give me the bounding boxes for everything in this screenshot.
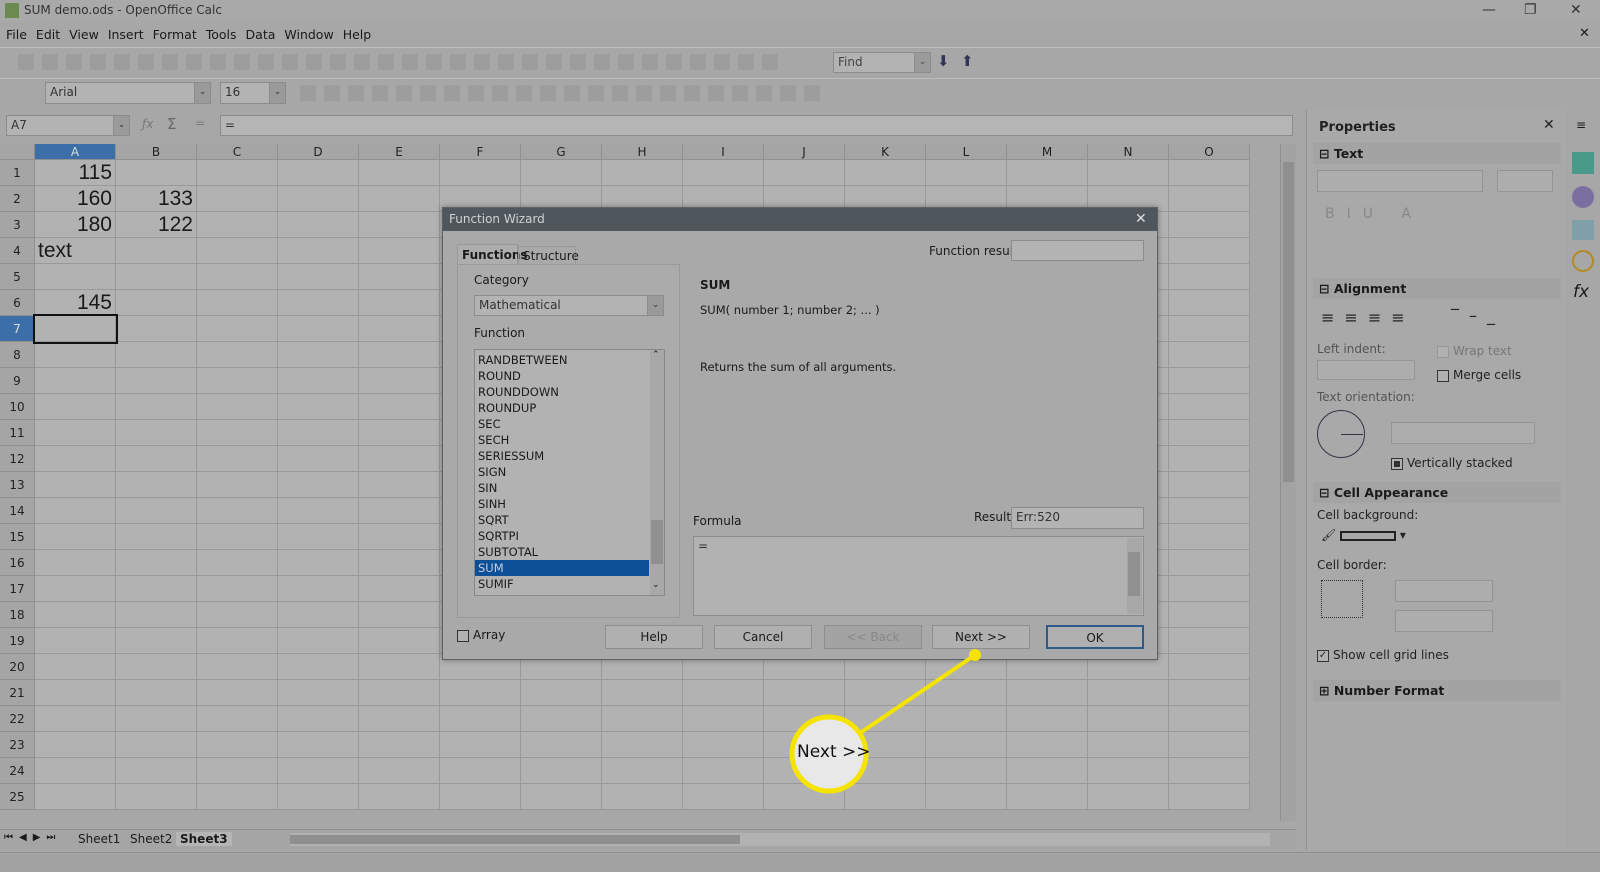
callout-dot [969,649,981,661]
cell-A7[interactable] [33,314,118,344]
callout-next-label: Next >> [797,742,871,762]
callout-line [858,653,977,735]
